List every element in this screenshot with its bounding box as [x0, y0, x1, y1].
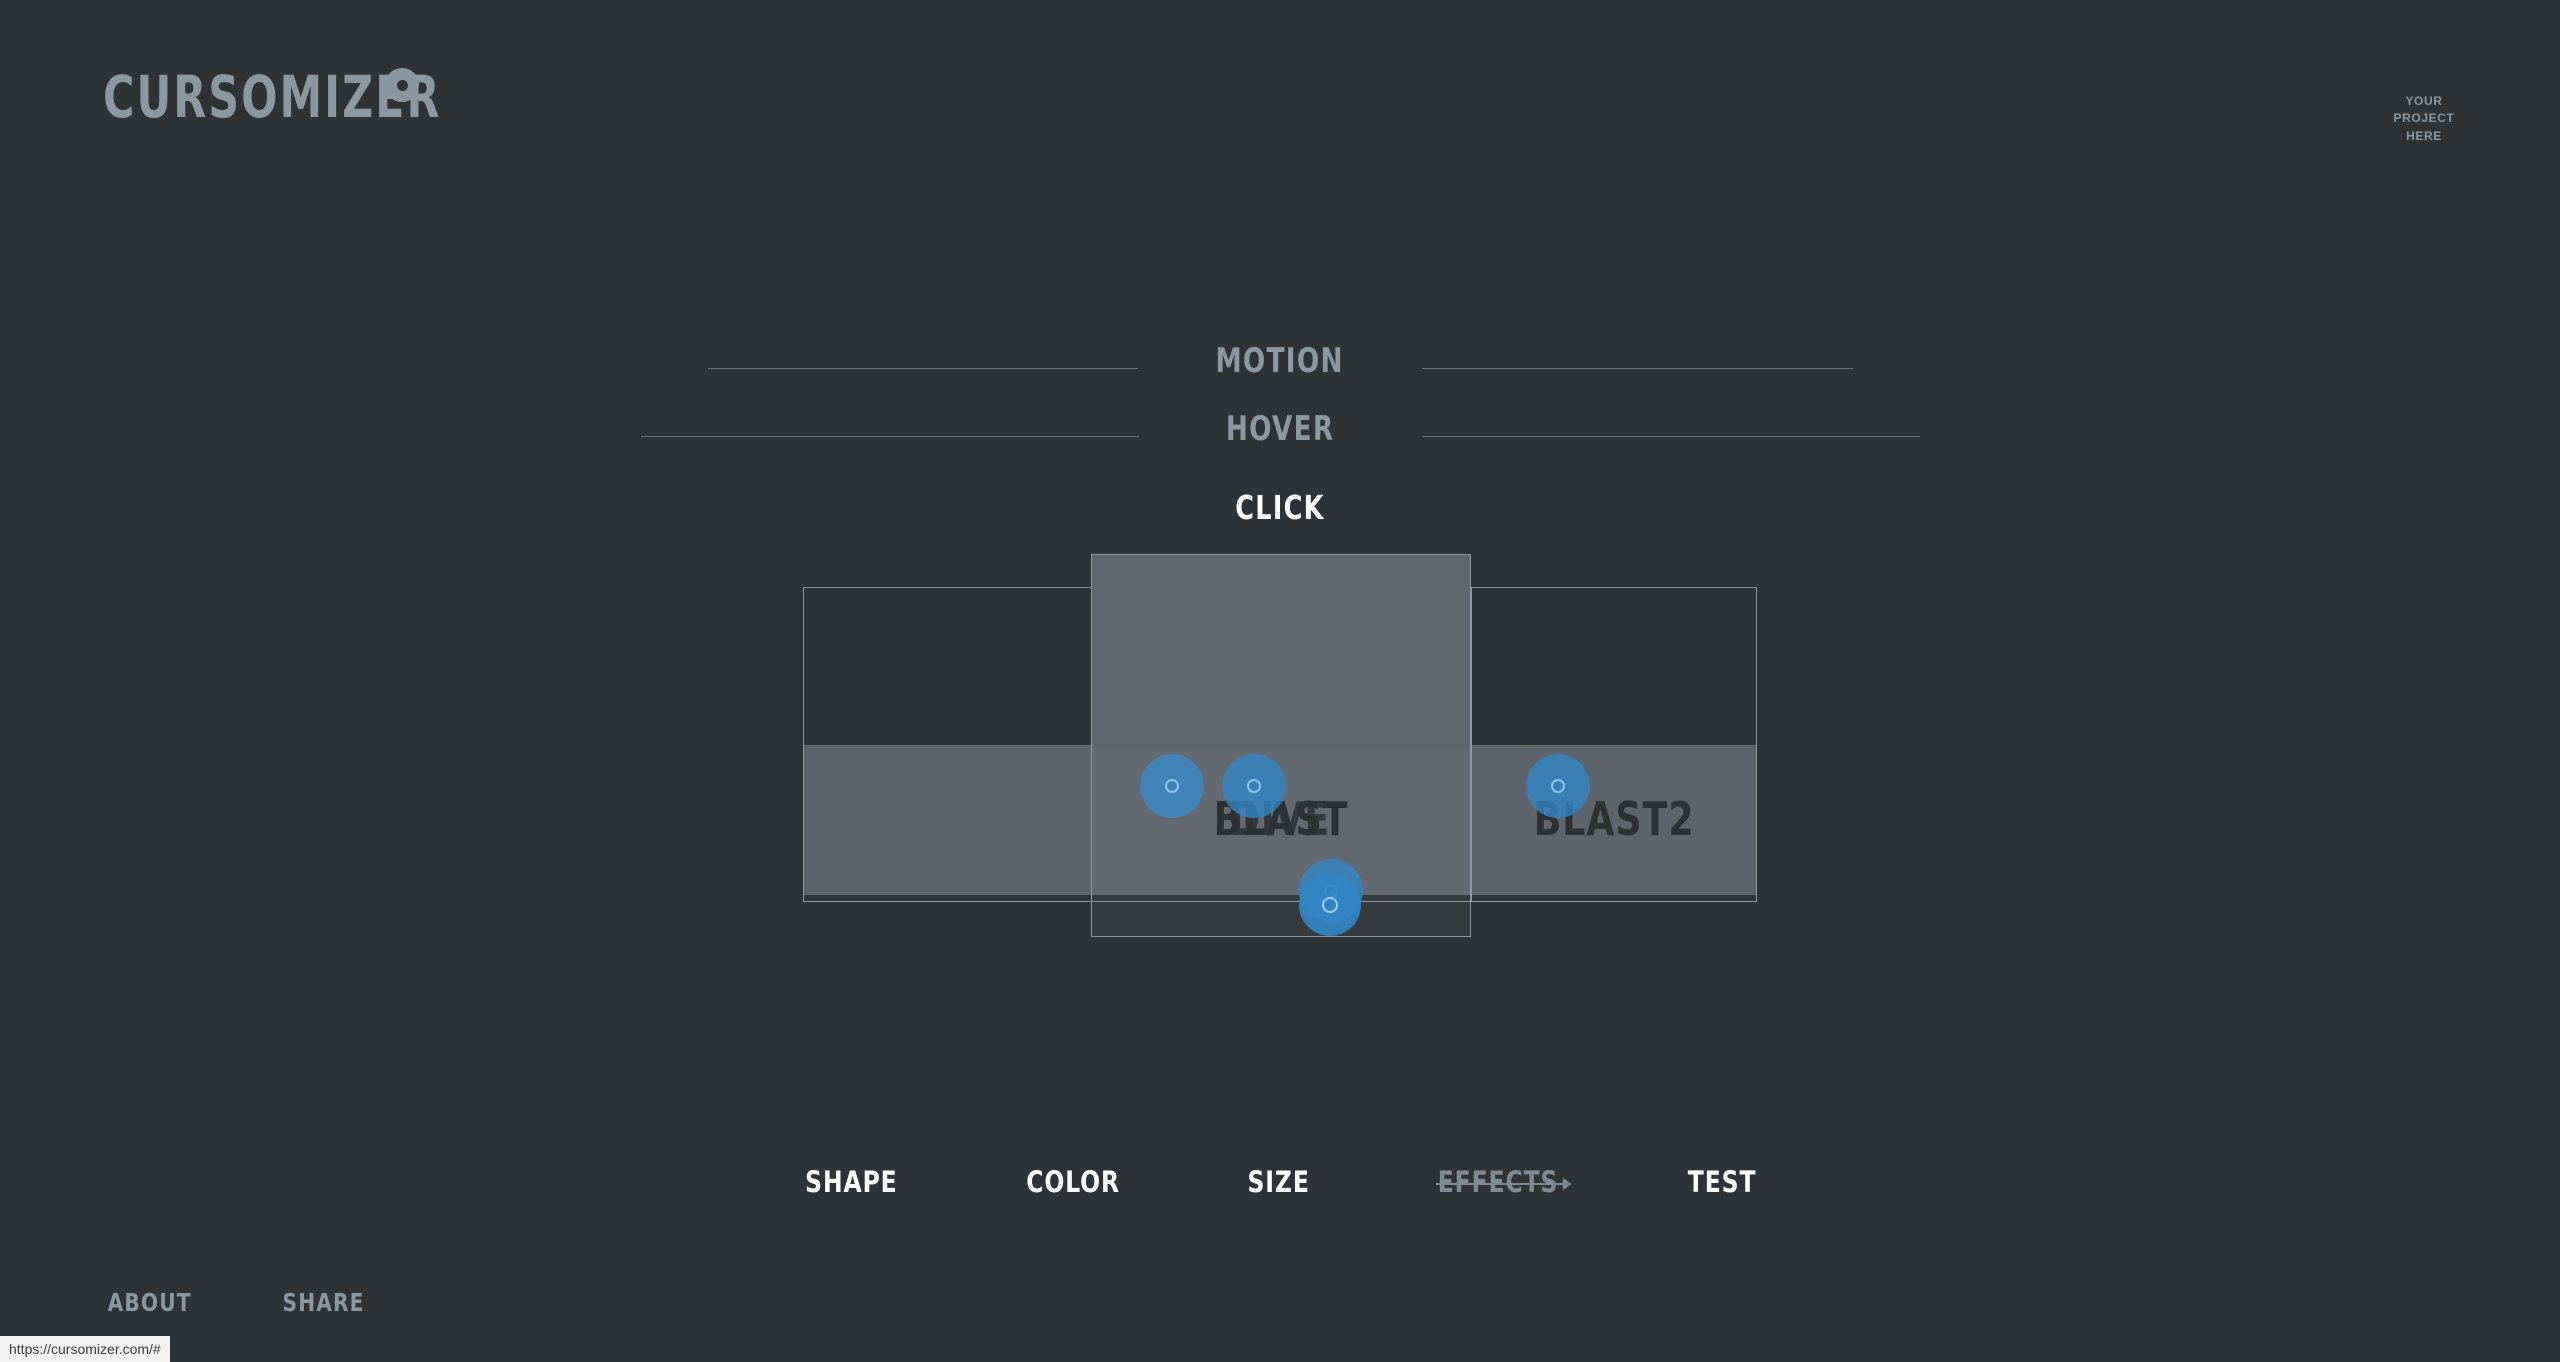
section-tab-click[interactable]: CLICK	[1215, 491, 1346, 524]
strikethrough-arrow-icon	[1436, 1178, 1573, 1191]
tool-test[interactable]: TEST	[1688, 1168, 1757, 1197]
cursor-trail-blob	[1222, 754, 1286, 818]
browser-status-bar: https://cursomizer.com/#	[0, 1336, 170, 1362]
section-row-motion: MOTION	[0, 340, 2560, 396]
demo-panel-blast[interactable]: BLAST	[1091, 554, 1471, 937]
footer-link-about[interactable]: ABOUT	[108, 1290, 192, 1315]
section-heading-group: MOTION HOVER CLICK	[0, 340, 2560, 554]
demo-panel-band	[1092, 555, 1470, 748]
cursor-dot-icon	[385, 68, 419, 102]
project-slot-line-2: PROJECT	[2393, 111, 2455, 126]
editor-toolbar: SHAPE COLOR SIZE EFFECTS TEST	[0, 1168, 2560, 1197]
section-row-click: CLICK	[0, 476, 2560, 554]
tool-color[interactable]: COLOR	[1026, 1168, 1120, 1197]
demo-panel-band	[1472, 588, 1756, 745]
cursor-demo-stage: DIVE BLAST BLAST2	[0, 548, 2560, 948]
logo-cursomizer[interactable]: CURSOMIZER	[103, 68, 516, 126]
site-footer: ABOUT SHARE	[103, 1290, 446, 1316]
section-rule-right	[1422, 368, 1853, 369]
project-slot-line-1: YOUR	[2405, 94, 2443, 108]
demo-panel-blast2[interactable]: BLAST2	[1471, 587, 1757, 902]
site-header: CURSOMIZER YOUR PROJECT HERE	[0, 0, 2560, 210]
tool-effects[interactable]: EFFECTS	[1436, 1165, 1573, 1199]
tool-shape[interactable]: SHAPE	[805, 1168, 897, 1197]
tool-size[interactable]: SIZE	[1247, 1168, 1309, 1197]
section-rule-left	[708, 368, 1138, 369]
cursor-trail-blob	[1526, 754, 1590, 818]
section-tab-hover[interactable]: HOVER	[1205, 412, 1355, 446]
cursor-trail-blob	[1299, 859, 1363, 923]
project-slot-link[interactable]: YOUR PROJECT HERE	[2364, 93, 2484, 145]
project-slot-line-3: HERE	[2406, 128, 2442, 143]
section-row-hover: HOVER	[0, 396, 2560, 476]
demo-panel-label-blast2: BLAST2	[1533, 792, 1695, 846]
tool-effects-label: EFFECTS	[1438, 1165, 1559, 1199]
section-tab-motion[interactable]: MOTION	[1195, 344, 1365, 378]
footer-link-share[interactable]: SHARE	[282, 1290, 364, 1315]
section-rule-right	[1422, 436, 1920, 437]
section-rule-left	[641, 436, 1139, 437]
